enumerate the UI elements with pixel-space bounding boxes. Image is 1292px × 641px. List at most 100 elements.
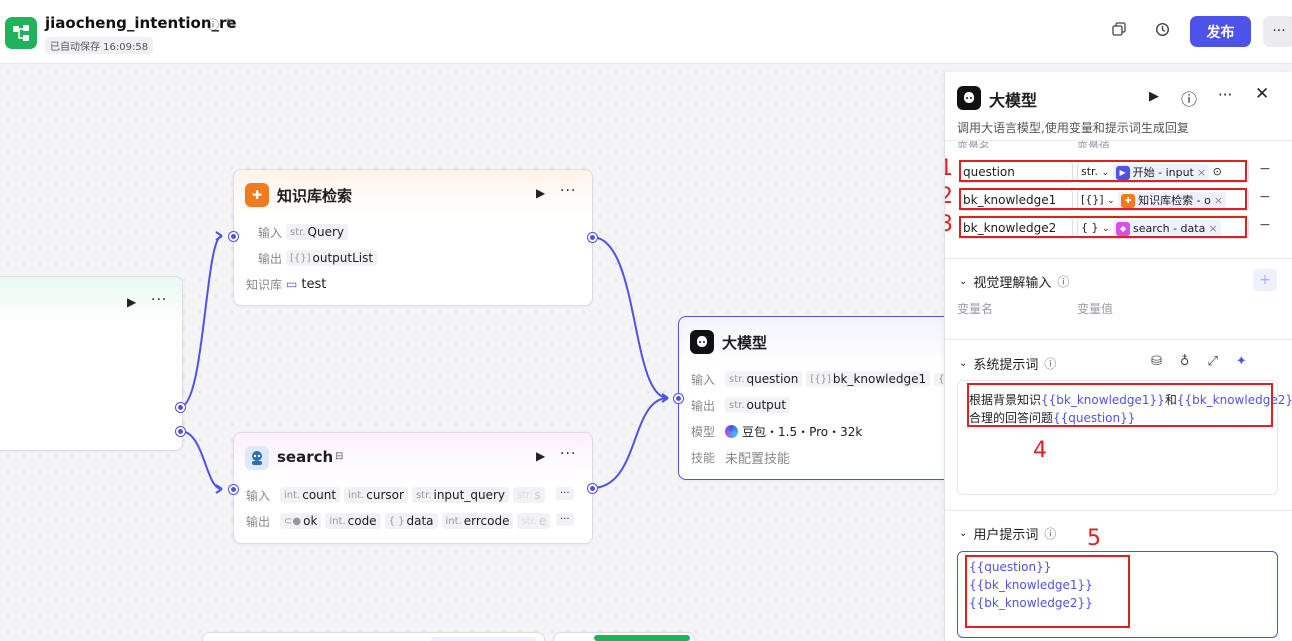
chevron-down-icon: ⌄ [959, 276, 968, 287]
output-tag: ⊂● ok [280, 513, 322, 529]
visual-col-name: 变量名 [957, 302, 994, 316]
output-label: 输出 [246, 514, 271, 529]
start-node[interactable]: ▶ ··· [0, 276, 183, 451]
input-tag: [{}] bk_knowledge1 [806, 371, 931, 387]
annotation-number: 4 [1033, 438, 1047, 463]
more-icon[interactable]: ··· [1263, 16, 1292, 47]
run-node-icon[interactable]: ▶ [127, 295, 136, 309]
workflow-canvas[interactable]: ▶ ··· ✚ 知识库检索 ▶ ··· 输入 str. Query 输出 [{}]… [0, 64, 944, 641]
input-tag: int. count [280, 487, 341, 503]
search-plugin-node[interactable]: search ⊟ ▶ ··· 输入 int. count int. cursor s… [233, 432, 593, 544]
info-icon: ⓘ [1057, 275, 1070, 289]
node-title: 知识库检索 [277, 187, 353, 205]
kb-value: test [301, 276, 327, 292]
lightbulb-icon[interactable]: ♁ [1180, 354, 1190, 369]
info-icon: ⓘ [1044, 527, 1057, 541]
input-tag: str. s [513, 487, 545, 503]
knowledge-retrieval-node[interactable]: ✚ 知识库检索 ▶ ··· 输入 str. Query 输出 [{}] output… [233, 169, 593, 306]
output-tag: str. output [725, 397, 791, 413]
kb-label: 知识库 [246, 277, 283, 292]
history-icon[interactable] [1152, 22, 1172, 42]
database-icon: ▭ [286, 277, 298, 291]
copy-icon[interactable] [1109, 22, 1129, 42]
more-outputs-icon[interactable]: ··· [556, 513, 574, 526]
input-tag: str. input_query [411, 487, 509, 503]
annotation-number: 1 [945, 156, 953, 181]
info-icon[interactable]: ⓘ [207, 16, 219, 33]
info-icon: ⓘ [1044, 357, 1057, 371]
user-prompt-section[interactable]: ⌄ 用户提示词 ⓘ [959, 524, 1056, 543]
llm-input-port[interactable] [674, 394, 683, 403]
kb-input-port[interactable] [229, 232, 238, 241]
add-visual-input-button[interactable]: + [1253, 269, 1277, 291]
top-bar: jiaocheng_intention_re ⓘ ✎ 已自动保存 16:09:5… [0, 0, 1292, 64]
input-label: 输入 [246, 488, 271, 503]
llm-config-panel: 大模型 ▶ ⓘ ··· ✕ 调用大语言模型,使用变量和提示词生成回复 变量名 变… [944, 72, 1292, 641]
output-tag: { } data [384, 513, 438, 529]
llm-node[interactable]: 大模型 输入 str. question [{}] bk_knowledge1 { … [678, 316, 944, 480]
node-title: search [277, 448, 334, 466]
run-node-icon[interactable]: ▶ [536, 449, 545, 463]
input-tag: { } [934, 372, 944, 386]
remove-variable-icon[interactable]: − [1259, 189, 1271, 205]
start-output-port[interactable] [176, 427, 185, 436]
partial-node[interactable] [202, 632, 545, 641]
model-label: 模型 [691, 424, 716, 439]
llm-icon [957, 86, 981, 110]
model-value: 豆包・1.5・Pro・32k [742, 424, 863, 439]
help-icon[interactable]: ⓘ [1181, 86, 1197, 110]
search-output-port[interactable] [588, 484, 597, 493]
skill-value: 未配置技能 [725, 451, 791, 467]
input-label: 输入 [257, 225, 282, 240]
expand-icon[interactable]: ⤢ [1207, 354, 1217, 369]
panel-more-icon[interactable]: ··· [1218, 86, 1232, 104]
close-icon[interactable]: ✕ [1255, 84, 1269, 104]
annotation-number: 2 [945, 184, 953, 209]
output-label: 输出 [257, 251, 282, 266]
ai-sparkle-icon[interactable]: ✦ [1236, 354, 1247, 369]
input-tag: str. Query [286, 224, 348, 240]
visual-col-value: 变量值 [1077, 302, 1114, 316]
visual-input-section[interactable]: ⌄ 视觉理解输入 ⓘ [959, 272, 1069, 291]
input-tag: str. question [725, 371, 803, 387]
edit-icon[interactable]: ✎ [225, 16, 235, 33]
more-inputs-icon[interactable]: ··· [556, 487, 574, 500]
autosave-status: 已自动保存 16:09:58 [45, 37, 154, 54]
node-title: 大模型 [722, 334, 768, 352]
node-more-icon[interactable]: ··· [560, 446, 576, 462]
system-prompt-section[interactable]: ⌄ 系统提示词 ⓘ [959, 354, 1056, 373]
llm-icon [690, 330, 714, 354]
column-header-value: 变量值 [1077, 140, 1110, 148]
run-node-icon[interactable]: ▶ [536, 186, 545, 200]
chevron-down-icon: ⌄ [959, 358, 968, 369]
plugin-avatar-icon [245, 446, 269, 470]
annotation-number: 5 [1087, 526, 1101, 551]
toggle-icon: ⊂● [284, 515, 302, 527]
output-tag: str. e [517, 513, 551, 529]
partial-node[interactable] [553, 632, 695, 641]
input-tag: int. cursor [344, 487, 408, 503]
output-label: 输出 [691, 398, 716, 413]
annotation-number: 3 [945, 212, 953, 237]
node-more-icon[interactable]: ··· [560, 183, 576, 199]
search-input-port[interactable] [229, 485, 238, 494]
input-label: 输入 [691, 372, 716, 387]
skill-label: 技能 [691, 450, 716, 465]
remove-variable-icon[interactable]: − [1259, 217, 1271, 233]
knowledge-icon: ✚ [245, 183, 269, 207]
output-tag: int. errcode [441, 513, 514, 529]
workflow-logo-icon [5, 17, 37, 49]
remove-variable-icon[interactable]: − [1259, 161, 1271, 177]
panel-description: 调用大语言模型,使用变量和提示词生成回复 [957, 121, 1189, 135]
prompt-library-icon[interactable]: ⛁ [1151, 354, 1162, 369]
output-tag: [{}] outputList [286, 250, 378, 266]
node-more-icon[interactable]: ··· [151, 292, 167, 308]
column-header-name: 变量名 [957, 140, 990, 148]
plugin-badge-icon: ⊟ [335, 451, 344, 462]
publish-button[interactable]: 发布 [1190, 16, 1251, 47]
kb-output-port[interactable] [588, 233, 597, 242]
chevron-down-icon: ⌄ [959, 528, 968, 539]
output-tag: int. code [325, 513, 381, 529]
start-output-port[interactable] [176, 403, 185, 412]
run-icon[interactable]: ▶ [1149, 89, 1159, 104]
